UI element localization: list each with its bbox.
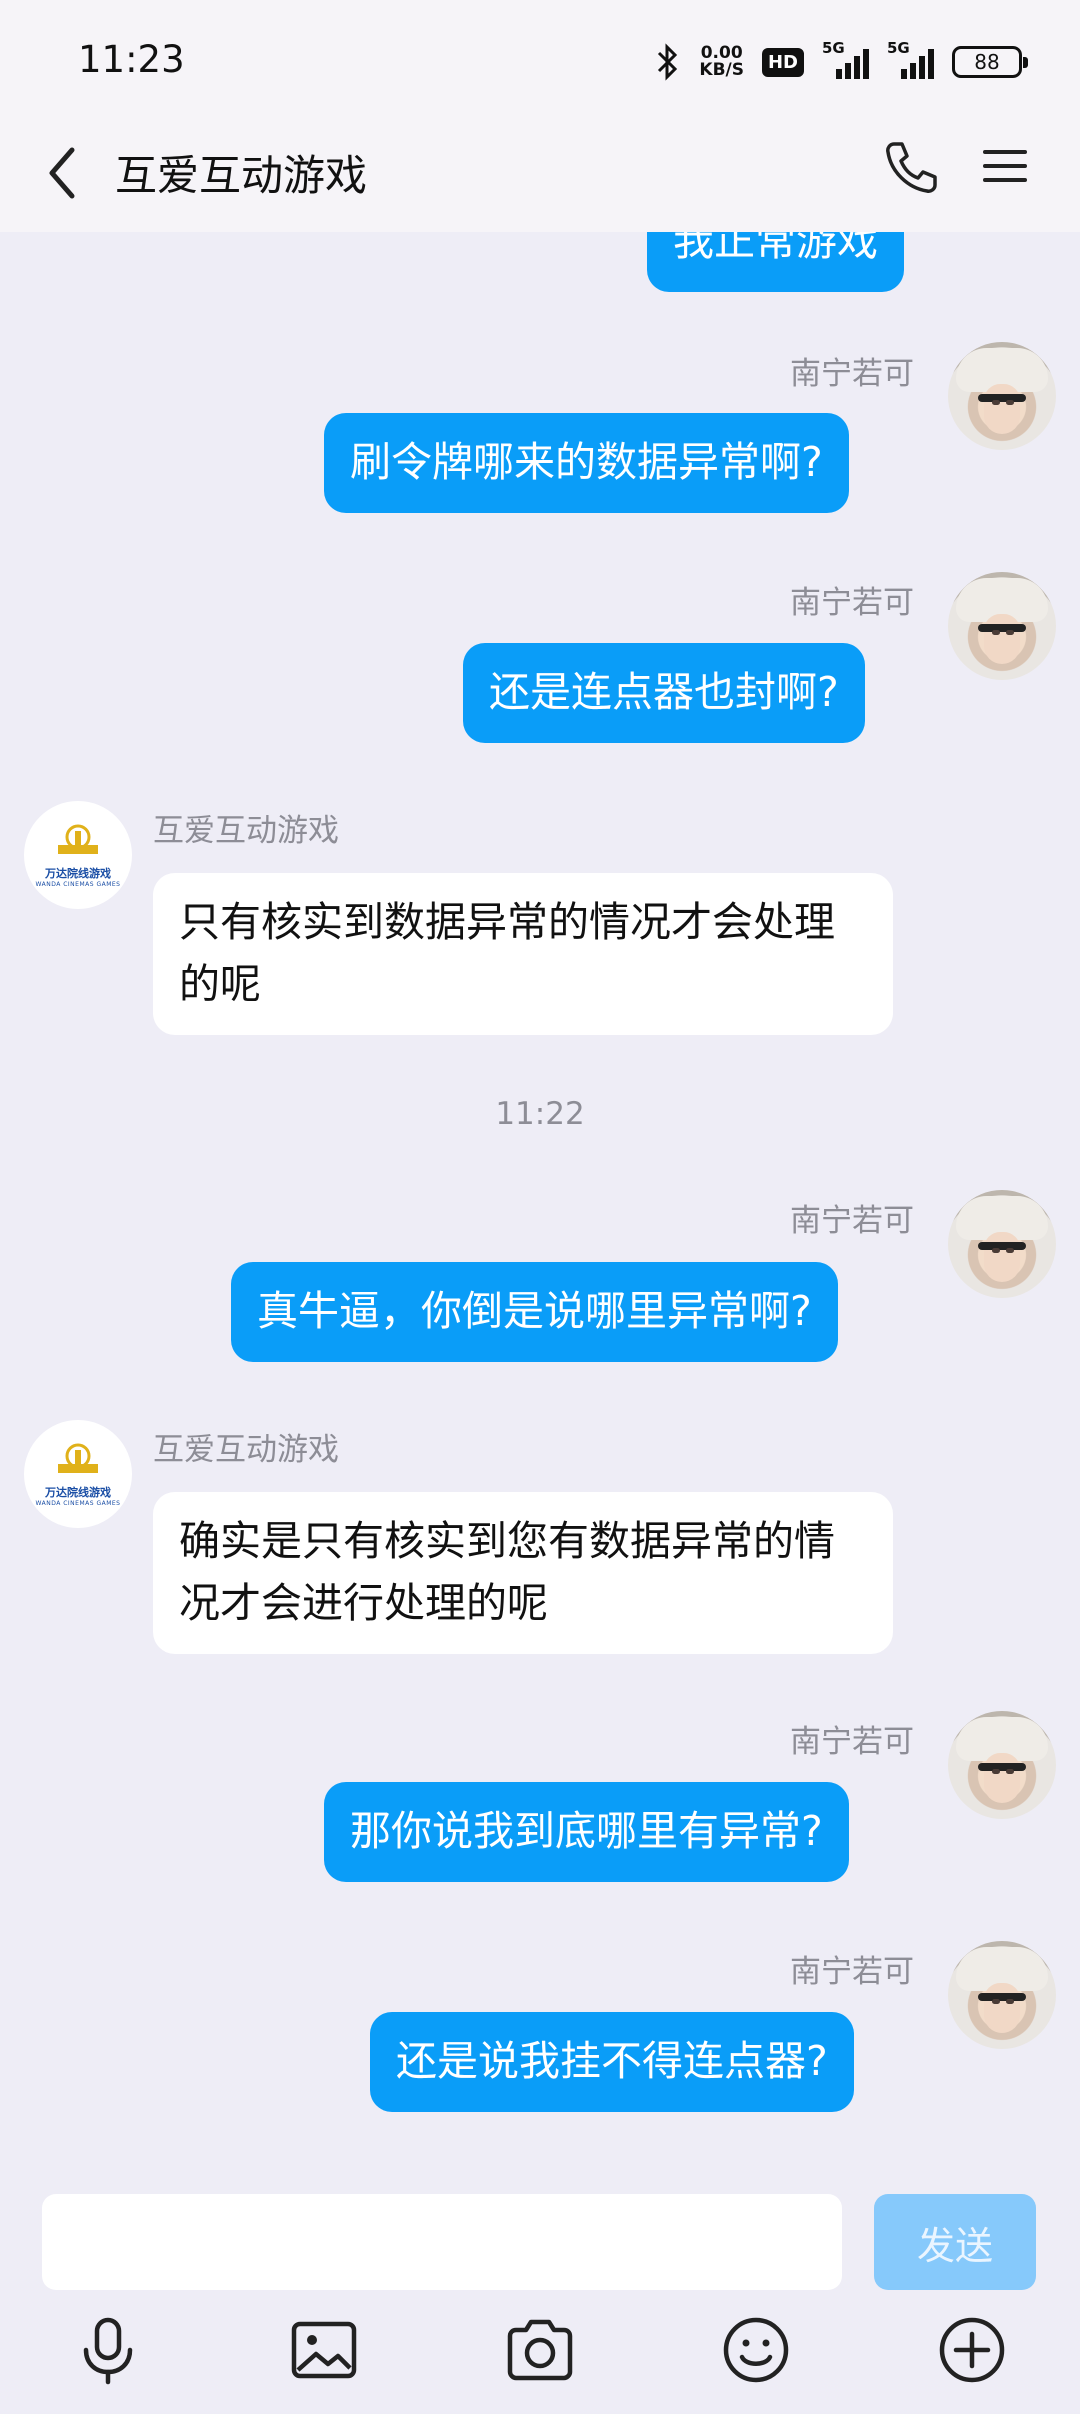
message-bubble-outgoing[interactable]: 那你说我到底哪里有异常? [324, 1782, 849, 1882]
company-logo-icon [58, 1443, 98, 1473]
message-bubble-outgoing[interactable]: 我正常游戏 [647, 232, 904, 292]
sender-name: 南宁若可 [790, 356, 914, 392]
message-bubble-outgoing[interactable]: 还是说我挂不得连点器? [370, 2012, 854, 2112]
message-input[interactable] [42, 2194, 842, 2290]
camera-icon[interactable] [500, 2310, 580, 2390]
sender-name: 南宁若可 [790, 1724, 914, 1760]
sender-name: 南宁若可 [790, 1203, 914, 1239]
composer: 发送 [0, 2172, 1080, 2292]
user-avatar[interactable] [948, 572, 1056, 680]
bluetooth-icon [658, 43, 678, 81]
sender-name: 互爱互动游戏 [153, 813, 339, 849]
menu-icon[interactable] [975, 136, 1035, 196]
message-list[interactable]: 我正常游戏 南宁若可 刷令牌哪来的数据异常啊? 南宁若可 还是连点器也封啊? 万… [0, 232, 1080, 2172]
status-time: 11:23 [78, 38, 185, 81]
send-button[interactable]: 发送 [874, 2194, 1036, 2290]
user-avatar[interactable] [948, 1941, 1056, 2049]
chat-header: 互爱互动游戏 [0, 120, 1080, 232]
message-bubble-outgoing[interactable]: 还是连点器也封啊? [463, 643, 865, 743]
microphone-icon[interactable] [68, 2310, 148, 2390]
sender-name: 互爱互动游戏 [153, 1432, 339, 1468]
sender-name: 南宁若可 [790, 585, 914, 621]
message-bubble-incoming[interactable]: 确实是只有核实到您有数据异常的情况才会进行处理的呢 [153, 1492, 893, 1654]
user-avatar[interactable] [948, 342, 1056, 450]
signal-icon-sim1: 5G [822, 39, 869, 79]
chat-title: 互爱互动游戏 [115, 151, 368, 200]
status-icons: 0.00 KB/S HD 5G 5G 88 [655, 39, 1028, 84]
back-arrow-icon[interactable] [40, 138, 90, 208]
phone-icon[interactable] [880, 136, 942, 198]
company-avatar[interactable]: 万达院线游戏 WANDA CINEMAS GAMES [24, 1420, 132, 1528]
company-logo-icon [58, 824, 98, 854]
network-speed: 0.00 KB/S [699, 43, 744, 80]
user-avatar[interactable] [948, 1190, 1056, 1298]
user-avatar[interactable] [948, 1711, 1056, 1819]
message-bubble-incoming[interactable]: 只有核实到数据异常的情况才会处理的呢 [153, 873, 893, 1035]
timestamp-separator: 11:22 [495, 1096, 585, 1132]
emoji-icon[interactable] [716, 2310, 796, 2390]
message-bubble-outgoing[interactable]: 真牛逼，你倒是说哪里异常啊? [231, 1262, 838, 1362]
hd-icon: HD [761, 47, 804, 77]
message-bubble-outgoing[interactable]: 刷令牌哪来的数据异常啊? [324, 413, 849, 513]
plus-icon[interactable] [932, 2310, 1012, 2390]
image-icon[interactable] [284, 2310, 364, 2390]
battery-icon: 88 [952, 46, 1028, 78]
composer-toolbar [0, 2292, 1080, 2414]
status-bar: 11:23 0.00 KB/S HD 5G 5G 88 [0, 0, 1080, 120]
sender-name: 南宁若可 [790, 1954, 914, 1990]
company-avatar[interactable]: 万达院线游戏 WANDA CINEMAS GAMES [24, 801, 132, 909]
signal-icon-sim2: 5G [887, 39, 934, 79]
